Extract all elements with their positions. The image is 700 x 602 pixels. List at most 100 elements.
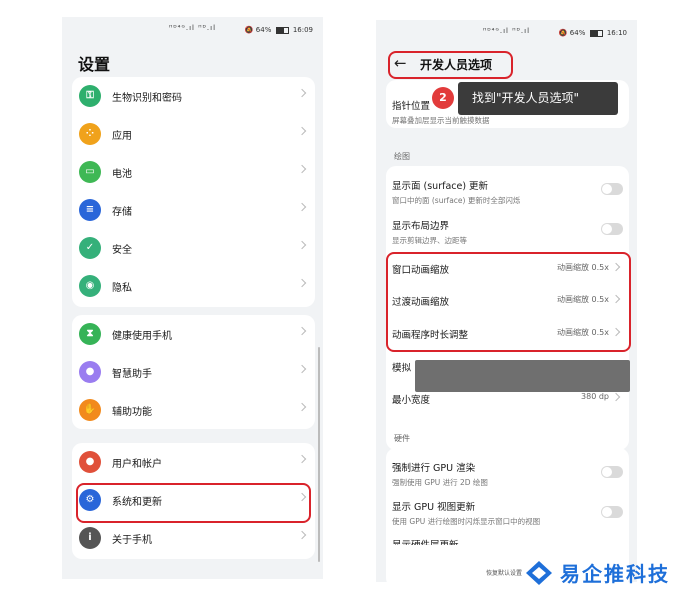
chevron-right-icon [297, 454, 307, 464]
icon-glyph: ≡ [85, 204, 95, 215]
settings-group-security: ⚿ 生物识别和密码 ⁘ 应用 ▭ 电池 ≡ 存储 ✓ 安全 ◉ 隐私 [72, 77, 315, 307]
surface-update-toggle[interactable] [601, 183, 623, 195]
settings-row[interactable]: i 关于手机 [72, 519, 315, 557]
chevron-right-icon [297, 88, 307, 98]
settings-row[interactable]: ⧗ 健康使用手机 [72, 315, 315, 353]
scrollbar[interactable] [318, 347, 320, 562]
tooltip-text: 找到"开发人员选项" [472, 91, 580, 105]
settings-row-label: 用户和帐户 [112, 459, 162, 470]
status-bar: ᴴᴰ⁴ᴳ.ıl ᴴᴰ.ıl 🔕 64% 16:10 [376, 24, 637, 42]
settings-row[interactable]: ● 用户和帐户 [72, 443, 315, 481]
reset-defaults-label[interactable]: 恢复默认设置 [486, 568, 522, 577]
info-icon: i [79, 527, 101, 549]
status-bar: ᴴᴰ⁴ᴳ.ıl ᴴᴰ.ıl 🔕 64% 16:09 [62, 21, 323, 39]
setting-title: 显示硬件层更新 [392, 537, 627, 545]
icon-glyph: ◉ [85, 280, 95, 291]
privacy-icon: ◉ [79, 275, 101, 297]
step-badge: 2 [432, 87, 454, 109]
icon-glyph: ● [85, 366, 95, 377]
section-hardware: 硬件 [394, 434, 410, 443]
settings-row-label: 应用 [112, 131, 132, 142]
settings-row-label: 关于手机 [112, 535, 152, 546]
setting-subtitle: 使用 GPU 进行绘图时闪烁显示窗口中的视图 [392, 517, 541, 526]
settings-row[interactable]: ◉ 隐私 [72, 267, 315, 305]
setting-title: 强制进行 GPU 渲染 [392, 463, 476, 474]
setting-title: 显示 GPU 视图更新 [392, 502, 476, 513]
chevron-right-icon [297, 278, 307, 288]
hardware-layers-setting[interactable]: 显示硬件层更新 [392, 537, 627, 545]
redaction-overlay [415, 360, 630, 392]
layout-bounds-toggle[interactable] [601, 223, 623, 235]
chevron-right-icon [297, 240, 307, 250]
layout-bounds-setting[interactable]: 显示布局边界 显示剪辑边界、边距等 [392, 218, 627, 246]
icon-glyph: ✋ [83, 404, 97, 415]
status-right: 🔕 64% 16:10 [559, 29, 627, 37]
settings-row[interactable]: ⁘ 应用 [72, 115, 315, 153]
setting-value: 380 dp [581, 392, 609, 401]
step-tooltip: 2 找到"开发人员选项" [432, 82, 618, 115]
highlight-animation-scales [386, 252, 631, 352]
hourglass-icon: ⧗ [79, 323, 101, 345]
surface-update-setting[interactable]: 显示面 (surface) 更新 窗口中的面 (surface) 更新时全部闪烁 [392, 178, 627, 206]
settings-row[interactable]: ✓ 安全 [72, 229, 315, 267]
icon-glyph: i [88, 532, 92, 543]
force-gpu-setting[interactable]: 强制进行 GPU 渲染 强制使用 GPU 进行 2D 绘图 [392, 460, 627, 488]
settings-row-label: 生物识别和密码 [112, 93, 182, 104]
watermark-text: 易企推科技 [560, 562, 670, 586]
settings-group-assist: ⧗ 健康使用手机 ● 智慧助手 ✋ 辅助功能 [72, 315, 315, 429]
settings-row-label: 隐私 [112, 283, 132, 294]
user-icon: ● [79, 451, 101, 473]
settings-row[interactable]: ✋ 辅助功能 [72, 391, 315, 429]
setting-subtitle: 窗口中的面 (surface) 更新时全部闪烁 [392, 196, 521, 205]
key-icon: ⚿ [79, 85, 101, 107]
assistant-icon: ● [79, 361, 101, 383]
battery-icon [275, 26, 289, 34]
setting-subtitle: 强制使用 GPU 进行 2D 绘图 [392, 478, 488, 487]
section-drawing: 绘图 [394, 152, 410, 161]
mute-icon: 🔕 [558, 29, 568, 37]
apps-icon: ⁘ [79, 123, 101, 145]
mute-icon: 🔕 [244, 26, 254, 34]
chevron-right-icon [297, 126, 307, 136]
settings-row[interactable]: ≡ 存储 [72, 191, 315, 229]
shield-icon: ✓ [79, 237, 101, 259]
highlight-system-update [76, 483, 311, 523]
gpu-view-setting[interactable]: 显示 GPU 视图更新 使用 GPU 进行绘图时闪烁显示窗口中的视图 [392, 499, 627, 527]
icon-glyph: ▭ [85, 166, 95, 177]
storage-icon: ≡ [79, 199, 101, 221]
min-width-setting[interactable]: 最小宽度 380 dp [392, 392, 627, 406]
force-gpu-toggle[interactable] [601, 466, 623, 478]
settings-row-label: 辅助功能 [112, 407, 152, 418]
status-right: 🔕 64% 16:09 [245, 26, 313, 34]
settings-row[interactable]: ⚿ 生物识别和密码 [72, 77, 315, 115]
icon-glyph: ● [85, 456, 95, 467]
battery-percent: 64% [255, 26, 272, 34]
watermark: 易企推科技 [520, 552, 700, 597]
highlight-header [388, 51, 513, 79]
chevron-right-icon [297, 202, 307, 212]
battery-icon: ▭ [79, 161, 101, 183]
developer-options-screen: ᴴᴰ⁴ᴳ.ıl ᴴᴰ.ıl 🔕 64% 16:10 ← 开发人员选项 指针位置 … [376, 20, 637, 582]
setting-title: 显示面 (surface) 更新 [392, 181, 489, 192]
settings-row-label: 健康使用手机 [112, 331, 172, 342]
icon-glyph: ⧗ [86, 328, 94, 339]
hand-icon: ✋ [79, 399, 101, 421]
settings-screen: ᴴᴰ⁴ᴳ.ıl ᴴᴰ.ıl 🔕 64% 16:09 设置 ⚿ 生物识别和密码 ⁘ 应用… [62, 17, 323, 579]
settings-row[interactable]: ▭ 电池 [72, 153, 315, 191]
battery-percent: 64% [569, 29, 586, 37]
page-title: 设置 [78, 55, 111, 74]
gpu-view-toggle[interactable] [601, 506, 623, 518]
clock: 16:10 [606, 29, 627, 37]
settings-row[interactable]: ● 智慧助手 [72, 353, 315, 391]
chevron-right-icon [297, 164, 307, 174]
settings-row-label: 智慧助手 [112, 369, 152, 380]
clock: 16:09 [292, 26, 313, 34]
icon-glyph: ⚿ [86, 90, 94, 101]
chevron-right-icon [297, 530, 307, 540]
chevron-right-icon [297, 364, 307, 374]
setting-title: 显示布局边界 [392, 221, 450, 232]
icon-glyph: ✓ [85, 242, 95, 253]
battery-icon [589, 29, 603, 37]
settings-row-label: 电池 [112, 169, 132, 180]
setting-subtitle: 屏幕叠加层显示当前触摸数据 [392, 116, 490, 125]
